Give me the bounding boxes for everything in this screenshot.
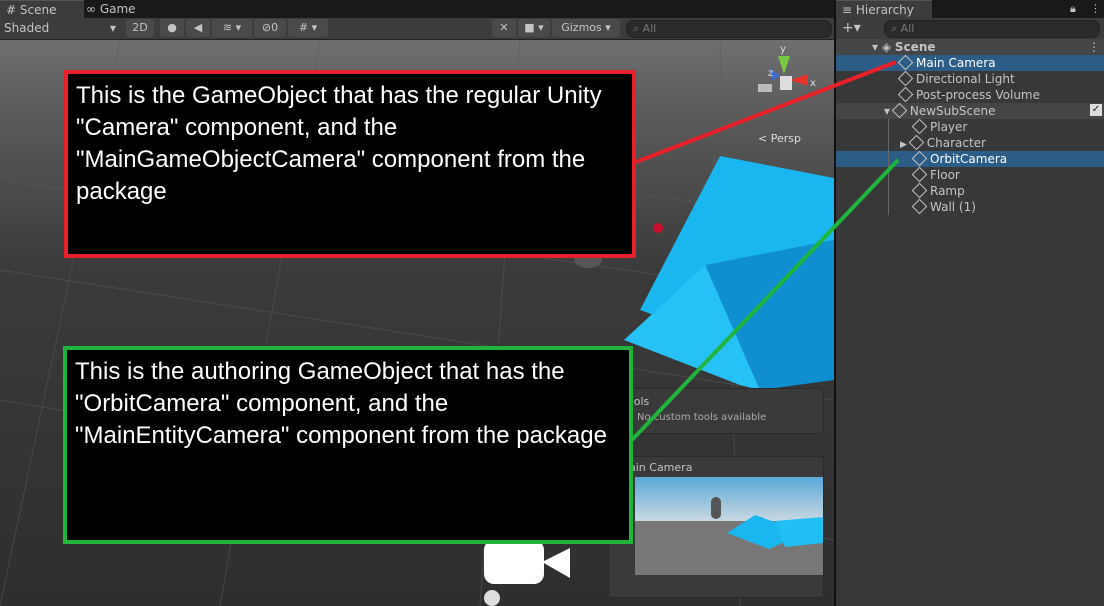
gameobject-icon <box>897 70 914 87</box>
hierarchy-item-player[interactable]: Player <box>836 118 1104 135</box>
hierarchy-item-character[interactable]: ▶ Character <box>836 134 1104 151</box>
camera-preview-title: ain Camera <box>629 461 693 474</box>
hierarchy-item-floor[interactable]: Floor <box>836 166 1104 183</box>
shading-dropdown[interactable]: Shaded ▾ <box>4 20 122 36</box>
mode-2d-button[interactable]: 2D <box>126 19 154 37</box>
tools-overlay-title: ools <box>627 395 650 408</box>
effects-icon[interactable]: ≋ ▾ <box>212 19 252 37</box>
hierarchy-item-newsubscene[interactable]: ▾ NewSubScene ✓ <box>836 102 1104 119</box>
lock-icon[interactable]: 🔒︎ <box>1070 2 1076 16</box>
gameobject-icon <box>897 54 914 71</box>
chevron-down-icon: ▾ <box>110 21 117 35</box>
gameobject-icon <box>911 150 928 167</box>
hierarchy-item-orbitcamera[interactable]: OrbitCamera <box>836 150 1104 167</box>
gameobject-icon <box>911 166 928 183</box>
tools-overlay-text: No custom tools available <box>637 412 767 423</box>
gameobject-icon <box>908 134 925 151</box>
gamepad-icon: ∞ <box>86 2 96 16</box>
tab-game[interactable]: ∞ Game <box>80 0 148 18</box>
search-icon: ⌕ <box>633 22 640 35</box>
checkbox-icon[interactable]: ✓ <box>1090 104 1102 116</box>
more-options-icon[interactable]: ⋮ <box>1088 39 1100 55</box>
hierarchy-item-ramp[interactable]: Ramp <box>836 182 1104 199</box>
create-button[interactable]: +▾ <box>842 20 861 36</box>
scene-search-input[interactable]: ⌕ All <box>626 20 832 38</box>
hierarchy-search-input[interactable]: ⌕ All <box>884 20 1100 38</box>
unity-logo-icon: ◈ <box>881 40 892 54</box>
expand-arrow-icon: ▾ <box>884 104 891 118</box>
gizmos-dropdown[interactable]: Gizmos ▾ <box>552 19 620 37</box>
orientation-gizmo[interactable]: y z x <box>754 44 824 114</box>
tab-hierarchy[interactable]: ≡ Hierarchy <box>836 0 932 19</box>
hidden-objects-toggle[interactable]: ⊘0 <box>254 19 286 37</box>
gameobject-icon <box>911 198 928 215</box>
expand-arrow-icon[interactable]: ▶ <box>900 140 907 150</box>
axis-x-label: x <box>810 78 816 89</box>
hierarchy-item-main-camera[interactable]: Main Camera <box>836 54 1104 71</box>
camera-preview-image <box>635 477 823 575</box>
callout-orbit-camera: This is the authoring GameObject that ha… <box>63 346 633 544</box>
audio-icon[interactable]: ◀ <box>186 19 210 37</box>
camera-marker <box>653 223 663 233</box>
gameobject-icon <box>911 118 928 135</box>
list-icon: ≡ <box>842 3 853 17</box>
hierarchy-scene-row[interactable]: ▾ ◈ Scene ⋮ <box>836 39 1104 55</box>
persp-label[interactable]: < Persp <box>758 132 801 145</box>
grid-icon: # <box>6 3 17 17</box>
gameobject-icon <box>911 182 928 199</box>
hierarchy-item-directional-light[interactable]: Directional Light <box>836 70 1104 87</box>
camera-settings-icon[interactable]: ■ ▾ <box>518 19 550 37</box>
tree-guide-line <box>888 119 889 215</box>
tools-icon[interactable]: ✕ <box>492 19 516 37</box>
tab-scene[interactable]: # Scene <box>0 0 84 19</box>
subscene-icon <box>891 102 908 119</box>
search-icon: ⌕ <box>891 22 898 35</box>
lighting-icon[interactable]: ● <box>160 19 184 37</box>
grid-snap-icon[interactable]: # ▾ <box>288 19 328 37</box>
hierarchy-item-wall-1[interactable]: Wall (1) <box>836 198 1104 215</box>
expand-arrow-icon: ▾ <box>872 40 879 54</box>
hierarchy-item-post-process-volume[interactable]: Post-process Volume <box>836 86 1104 103</box>
tools-overlay: ools No custom tools available <box>606 388 824 434</box>
axis-z-label: z <box>768 68 774 79</box>
gameobject-icon <box>897 86 914 103</box>
more-options-icon[interactable]: ⋮ <box>1090 2 1101 15</box>
eye-off-icon: ⊘ <box>261 21 272 34</box>
axis-y-label: y <box>780 44 786 55</box>
camera-preview-overlay: ain Camera <box>608 456 824 598</box>
camera-gizmo-icon <box>484 540 570 606</box>
callout-main-camera: This is the GameObject that has the regu… <box>64 70 636 258</box>
